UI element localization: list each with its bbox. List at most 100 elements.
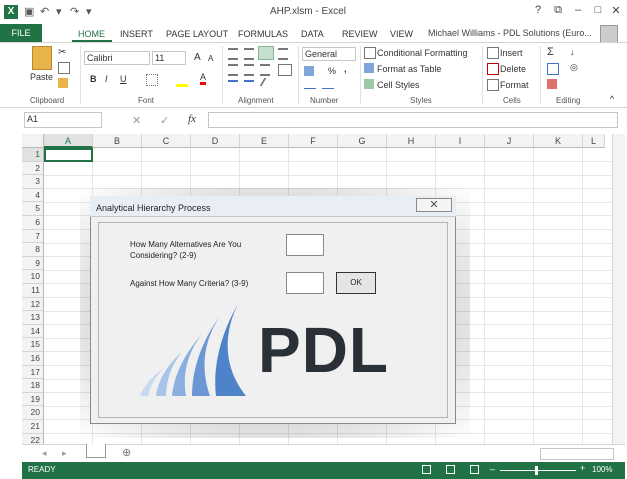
tab-data[interactable]: DATA bbox=[301, 29, 324, 39]
select-all-button[interactable] bbox=[22, 134, 44, 148]
undo-icon[interactable]: ↶ bbox=[40, 5, 49, 18]
row-header-2[interactable]: 2 bbox=[22, 161, 44, 176]
column-header-k[interactable]: K bbox=[534, 134, 583, 148]
avatar[interactable] bbox=[600, 25, 618, 43]
column-header-d[interactable]: D bbox=[191, 134, 240, 148]
column-header-g[interactable]: G bbox=[338, 134, 387, 148]
name-box[interactable]: A1 bbox=[24, 112, 102, 128]
align-middle-icon[interactable] bbox=[244, 48, 254, 60]
column-header-c[interactable]: C bbox=[142, 134, 191, 148]
insert-function-button[interactable]: fx bbox=[188, 113, 196, 125]
tab-insert[interactable]: INSERT bbox=[120, 29, 153, 39]
zoom-in-button[interactable]: + bbox=[580, 463, 585, 473]
paste-icon[interactable] bbox=[32, 46, 52, 70]
ok-button[interactable]: OK bbox=[336, 272, 376, 294]
row-header-17[interactable]: 17 bbox=[22, 365, 44, 380]
minimize-button[interactable]: – bbox=[570, 4, 586, 16]
row-header-13[interactable]: 13 bbox=[22, 311, 44, 325]
collapse-ribbon-icon[interactable]: ^ bbox=[610, 94, 614, 104]
ribbon-display-button[interactable]: ⧉ bbox=[550, 4, 566, 17]
sheet-tab[interactable] bbox=[86, 444, 106, 458]
align-bottom-icon[interactable] bbox=[258, 46, 274, 60]
format-painter-icon[interactable] bbox=[58, 78, 68, 88]
cut-icon[interactable]: ✂ bbox=[58, 47, 66, 58]
row-header-3[interactable]: 3 bbox=[22, 175, 44, 189]
tab-page-layout[interactable]: PAGE LAYOUT bbox=[166, 29, 228, 39]
align-right-icon[interactable] bbox=[260, 64, 270, 76]
row-header-8[interactable]: 8 bbox=[22, 243, 44, 257]
row-header-10[interactable]: 10 bbox=[22, 270, 44, 284]
prev-sheet-button[interactable]: ◂ bbox=[42, 448, 47, 459]
column-header-l[interactable]: L bbox=[583, 134, 605, 148]
normal-view-icon[interactable] bbox=[422, 465, 431, 474]
column-header-e[interactable]: E bbox=[240, 134, 289, 148]
decrease-indent-icon[interactable] bbox=[228, 80, 238, 88]
customize-qat-icon[interactable]: ▾ bbox=[86, 5, 92, 18]
row-header-11[interactable]: 11 bbox=[22, 284, 44, 298]
grow-font-button[interactable]: A bbox=[194, 52, 201, 63]
align-top-icon[interactable] bbox=[228, 48, 238, 60]
format-as-table-button[interactable]: Format as Table bbox=[377, 64, 441, 74]
row-header-7[interactable]: 7 bbox=[22, 229, 44, 244]
dialog-close-button[interactable]: ✕ bbox=[416, 198, 452, 212]
row-header-15[interactable]: 15 bbox=[22, 338, 44, 352]
font-color-button[interactable]: A bbox=[200, 72, 207, 85]
orientation-icon[interactable] bbox=[259, 78, 279, 86]
column-header-a[interactable]: A bbox=[44, 134, 93, 148]
shrink-font-button[interactable]: A bbox=[208, 54, 213, 63]
fill-icon[interactable] bbox=[547, 63, 559, 75]
decrease-decimal-icon[interactable] bbox=[322, 80, 334, 89]
row-header-1[interactable]: 1 bbox=[22, 148, 44, 162]
dropdown-icon[interactable]: ▾ bbox=[56, 5, 62, 18]
new-sheet-button[interactable]: ⊕ bbox=[122, 446, 131, 459]
redo-icon[interactable]: ↷ bbox=[70, 5, 79, 18]
formula-input[interactable] bbox=[208, 112, 618, 128]
row-header-14[interactable]: 14 bbox=[22, 324, 44, 339]
number-format-select[interactable]: General bbox=[302, 47, 356, 61]
cell-styles-button[interactable]: Cell Styles bbox=[377, 80, 420, 90]
selected-cell[interactable] bbox=[44, 148, 93, 162]
row-header-6[interactable]: 6 bbox=[22, 216, 44, 230]
column-header-f[interactable]: F bbox=[289, 134, 338, 148]
zoom-out-button[interactable]: – bbox=[490, 464, 495, 474]
autosum-button[interactable]: Σ bbox=[547, 46, 554, 58]
row-header-9[interactable]: 9 bbox=[22, 256, 44, 271]
underline-button[interactable]: U bbox=[120, 74, 127, 84]
wrap-text-icon[interactable] bbox=[278, 48, 288, 60]
conditional-formatting-button[interactable]: Conditional Formatting bbox=[377, 48, 468, 58]
zoom-slider-thumb[interactable] bbox=[535, 466, 538, 475]
column-header-i[interactable]: I bbox=[436, 134, 485, 148]
row-header-5[interactable]: 5 bbox=[22, 202, 44, 216]
align-left-icon[interactable] bbox=[228, 64, 238, 76]
cancel-icon[interactable]: ✕ bbox=[132, 114, 141, 127]
row-header-16[interactable]: 16 bbox=[22, 352, 44, 366]
horizontal-scrollbar[interactable] bbox=[540, 448, 614, 460]
zoom-slider[interactable] bbox=[500, 470, 576, 471]
row-header-21[interactable]: 21 bbox=[22, 420, 44, 434]
copy-icon[interactable] bbox=[58, 62, 70, 74]
user-account[interactable]: Michael Williams - PDL Solutions (Euro..… bbox=[428, 28, 592, 38]
borders-icon[interactable] bbox=[146, 74, 158, 86]
increase-indent-icon[interactable] bbox=[244, 80, 254, 88]
increase-decimal-icon[interactable] bbox=[304, 80, 316, 89]
italic-button[interactable]: I bbox=[105, 74, 108, 84]
column-header-b[interactable]: B bbox=[93, 134, 142, 148]
row-header-18[interactable]: 18 bbox=[22, 379, 44, 393]
next-sheet-button[interactable]: ▸ bbox=[62, 448, 67, 459]
percent-style-button[interactable]: % bbox=[328, 66, 336, 76]
find-select-button[interactable]: ◎ bbox=[570, 62, 578, 73]
font-size-select[interactable]: 11 bbox=[152, 51, 186, 65]
help-button[interactable]: ? bbox=[530, 4, 546, 16]
vertical-scrollbar[interactable] bbox=[612, 134, 625, 444]
paste-button[interactable]: Paste bbox=[30, 72, 53, 82]
row-header-12[interactable]: 12 bbox=[22, 297, 44, 312]
criteria-input[interactable] bbox=[286, 272, 324, 294]
tab-home[interactable]: HOME bbox=[78, 29, 105, 39]
fill-color-icon[interactable] bbox=[176, 74, 188, 87]
delete-cells-button[interactable]: Delete bbox=[500, 64, 526, 74]
merge-center-icon[interactable] bbox=[278, 64, 292, 76]
font-name-select[interactable]: Calibri bbox=[84, 51, 150, 65]
close-button[interactable]: ✕ bbox=[608, 4, 624, 17]
tab-view[interactable]: VIEW bbox=[390, 29, 413, 39]
sort-filter-button[interactable]: ↓ bbox=[570, 47, 575, 57]
